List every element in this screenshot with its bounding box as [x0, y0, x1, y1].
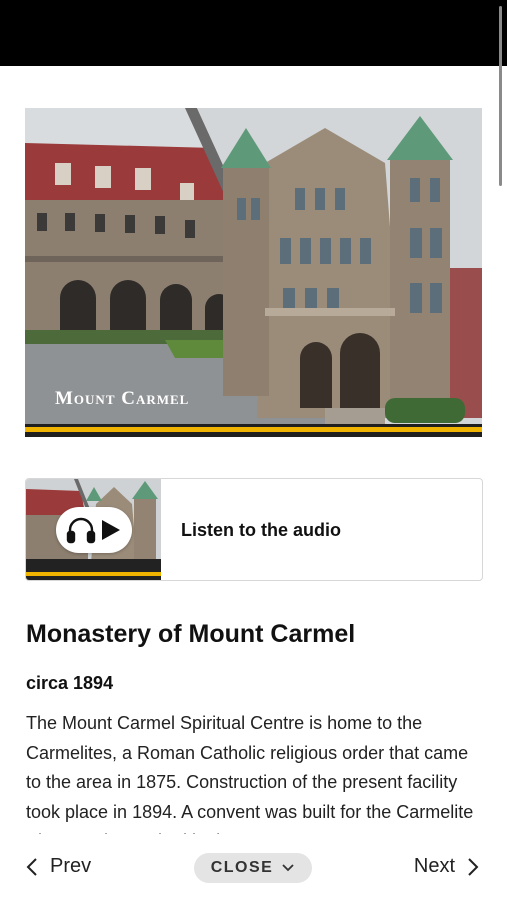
top-status-bar [0, 0, 507, 66]
article-body: The Mount Carmel Spiritual Centre is hom… [26, 713, 474, 834]
prev-label: Prev [50, 855, 92, 877]
audio-thumbnail [26, 479, 161, 580]
hero-overlay-title: Mount Carmel [55, 388, 190, 409]
hero-image: Mount Carmel [25, 108, 482, 437]
next-label: Next [413, 855, 455, 877]
audio-card[interactable]: Listen to the audio [25, 478, 483, 581]
prev-button[interactable]: Prev [26, 855, 91, 878]
next-button[interactable]: Next [414, 855, 479, 878]
audio-play-button[interactable] [56, 507, 132, 553]
audio-label[interactable]: Listen to the audio [181, 520, 341, 541]
play-icon [102, 520, 120, 540]
scroll-indicator[interactable] [499, 6, 502, 186]
footer-navigation: Prev CLOSE Next [0, 838, 507, 900]
chevron-right-icon [468, 857, 479, 876]
chevron-left-icon [26, 857, 37, 876]
article-date: circa 1894 [26, 673, 114, 693]
close-label: CLOSE [210, 859, 274, 876]
page-title: Monastery of Mount Carmel [26, 620, 356, 648]
headphones-icon [66, 517, 96, 544]
chevron-down-icon [282, 864, 294, 872]
close-button[interactable]: CLOSE [194, 853, 312, 883]
